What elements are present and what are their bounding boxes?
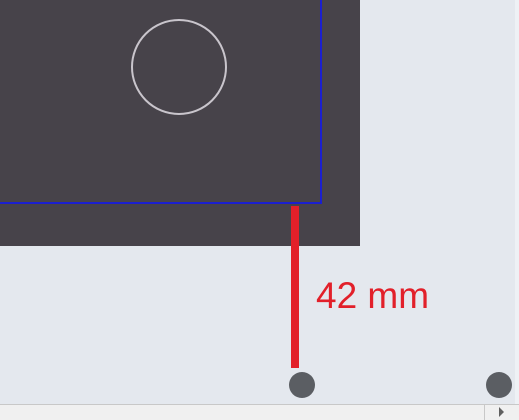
hole-circle <box>131 19 227 115</box>
horizontal-scrollbar[interactable] <box>0 404 519 420</box>
scroll-right-button[interactable] <box>484 404 519 420</box>
dimension-label: 42 mm <box>316 275 430 316</box>
triangle-right-icon <box>499 407 504 417</box>
canvas-edge <box>515 0 519 404</box>
part-preview[interactable] <box>0 0 360 246</box>
drag-handle-left[interactable] <box>289 372 315 398</box>
design-canvas[interactable]: 42 mm <box>0 0 519 420</box>
dimension-line <box>291 206 299 368</box>
drag-handle-right[interactable] <box>486 372 512 398</box>
